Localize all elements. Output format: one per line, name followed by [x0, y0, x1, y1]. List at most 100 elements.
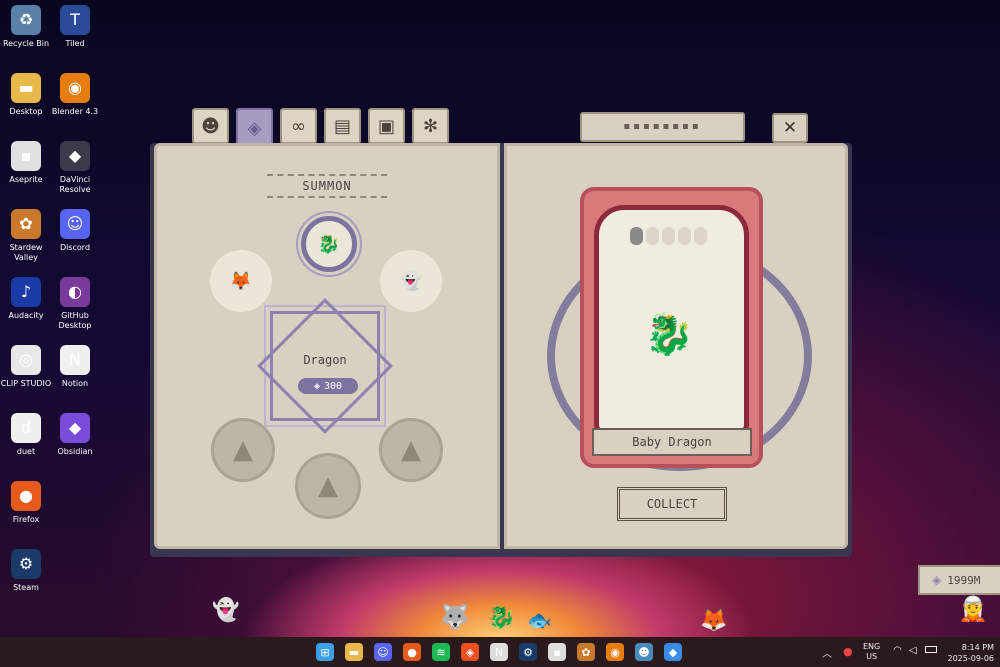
- creature-slot-dragon[interactable]: 🐉: [301, 216, 357, 272]
- summon-cost-pill[interactable]: ◈ 300: [298, 378, 358, 394]
- gem-icon: ◈: [313, 380, 320, 392]
- level-dot: [678, 227, 691, 245]
- blender-icon: ◉: [60, 73, 90, 103]
- tab-inventory[interactable]: ▣: [368, 108, 405, 144]
- locked-slot: ▲: [211, 418, 275, 482]
- desktop-icon-label: Stardew Valley: [9, 243, 43, 262]
- volume-icon[interactable]: ◁: [909, 645, 917, 656]
- tray-app-icon[interactable]: ●: [843, 645, 853, 658]
- desktop-icon-label: Obsidian: [57, 447, 93, 456]
- desktop-icon-stardew-valley[interactable]: ✿ Stardew Valley: [0, 209, 52, 263]
- steam-icon: ⚙: [11, 549, 41, 579]
- region: US: [866, 652, 878, 661]
- summon-icon: ◈: [247, 117, 262, 139]
- taskbar-steam-icon[interactable]: ⚙: [519, 643, 537, 661]
- language: ENG: [863, 642, 881, 651]
- taskbar-spotify-icon[interactable]: ≋: [432, 643, 450, 661]
- locked-slot: ▲: [295, 453, 361, 519]
- pet-sprite: 🐺: [440, 603, 470, 631]
- audacity-icon: ♪: [11, 277, 41, 307]
- player-avatar[interactable]: 🧝: [958, 595, 988, 635]
- summon-book: SUMMON 🐉 🦊 👻 Dragon ◈ 300 ▲ ▲ ▲ 🐉 Baby Dr…: [150, 143, 852, 557]
- taskbar-aseprite-icon[interactable]: ▪: [548, 643, 566, 661]
- taskbar-blender-icon[interactable]: ◉: [606, 643, 624, 661]
- right-page: 🐉 Baby Dragon COLLECT: [504, 143, 848, 549]
- desktop-icon-firefox[interactable]: ● Firefox: [0, 481, 52, 525]
- taskbar-discord-icon[interactable]: ☺: [374, 643, 392, 661]
- desktop-icon-audacity[interactable]: ♪ Audacity: [0, 277, 52, 321]
- tab-monster[interactable]: ☻: [192, 108, 229, 144]
- desktop-icon-duet[interactable]: d duet: [0, 413, 52, 457]
- date: 2025-09-06: [947, 654, 995, 663]
- creature-card: 🐉 Baby Dragon: [580, 187, 763, 468]
- level-dots: [630, 227, 707, 245]
- close-button[interactable]: ✕: [772, 113, 808, 143]
- desktop-icon-label: GitHub Desktop: [58, 311, 92, 330]
- left-page: SUMMON 🐉 🦊 👻 Dragon ◈ 300 ▲ ▲ ▲: [154, 143, 500, 549]
- selected-creature-name: Dragon: [303, 353, 347, 367]
- desktop-icon-discord[interactable]: ☺ Discord: [49, 209, 101, 253]
- summon-title: SUMMON: [302, 179, 352, 193]
- desktop-icon-tiled[interactable]: T Tiled: [49, 5, 101, 49]
- desktop-icon-label: Aseprite: [9, 175, 43, 184]
- taskbar-game-icon[interactable]: ◆: [664, 643, 682, 661]
- battery-icon[interactable]: [925, 646, 937, 653]
- desktop-icon-label: Blender 4.3: [51, 107, 99, 116]
- desktop-icon-notion[interactable]: N Notion: [49, 345, 101, 389]
- summon-title-banner: SUMMON: [267, 174, 387, 198]
- desktop-icon-steam[interactable]: ⚙ Steam: [0, 549, 52, 593]
- tab-book[interactable]: ▤: [324, 108, 361, 144]
- tiled-icon: T: [60, 5, 90, 35]
- taskbar-notion-icon[interactable]: N: [490, 643, 508, 661]
- collect-label: COLLECT: [646, 497, 698, 511]
- creature-name-ribbon: Baby Dragon: [592, 428, 752, 456]
- folder-icon: ▬: [11, 73, 41, 103]
- wifi-icon[interactable]: ◠: [893, 645, 902, 656]
- desktop-icon-label: Firefox: [12, 515, 40, 524]
- tray-chevron-icon[interactable]: ︿: [822, 645, 832, 660]
- tab-settings[interactable]: ✻: [412, 108, 449, 144]
- desktop-icon-davinci-resolve[interactable]: ◆ DaVinci Resolve: [49, 141, 101, 195]
- desktop-icon-label: Notion: [61, 379, 89, 388]
- github-icon: ◐: [60, 277, 90, 307]
- locked-slot: ▲: [379, 418, 443, 482]
- lock-rock-icon: ▲: [401, 435, 421, 465]
- desktop-icon-recycle-bin[interactable]: ♻ Recycle Bin: [0, 5, 52, 49]
- language-indicator[interactable]: ENG US: [863, 642, 880, 662]
- tab-summon[interactable]: ◈: [236, 108, 273, 148]
- taskbar-godot-icon[interactable]: ☻: [635, 643, 653, 661]
- desktop-icon-label: Discord: [59, 243, 91, 252]
- book-icon: ▤: [333, 115, 351, 137]
- taskbar-stardew-icon[interactable]: ✿: [577, 643, 595, 661]
- desktop-icon-label: DaVinci Resolve: [59, 175, 91, 194]
- creature-slot-fox[interactable]: 🦊: [210, 250, 272, 312]
- gem-icon: ◈: [932, 573, 942, 587]
- pet-sprite: 🐟: [527, 608, 552, 632]
- skills-icon: ∞: [291, 115, 306, 137]
- desktop-icon-clip-studio[interactable]: ◎ CLIP STUDIO: [0, 345, 52, 389]
- currency-amount: 1999M: [947, 573, 981, 587]
- collect-button[interactable]: COLLECT: [617, 487, 727, 521]
- desktop-icon-aseprite[interactable]: ▪ Aseprite: [0, 141, 52, 185]
- stardew-icon: ✿: [11, 209, 41, 239]
- taskbar-windows-start-icon[interactable]: ⊞: [316, 643, 334, 661]
- close-icon: ✕: [782, 118, 798, 138]
- clip-studio-icon: ◎: [11, 345, 41, 375]
- tab-skills[interactable]: ∞: [280, 108, 317, 144]
- desktop-icon-label: CLIP STUDIO: [0, 379, 52, 388]
- desktop-icon-obsidian[interactable]: ◆ Obsidian: [49, 413, 101, 457]
- taskbar-firefox-icon[interactable]: ●: [403, 643, 421, 661]
- taskbar-figma-icon[interactable]: ◈: [461, 643, 479, 661]
- desktop-icon-desktop[interactable]: ▬ Desktop: [0, 73, 52, 117]
- level-dot: [646, 227, 659, 245]
- summon-cost: 300: [323, 380, 343, 392]
- creature-slot-ghost[interactable]: 👻: [380, 250, 442, 312]
- desktop-icon-label: duet: [16, 447, 36, 456]
- desktop-icon-blender-4-3[interactable]: ◉ Blender 4.3: [49, 73, 101, 117]
- desktop-icon-github-desktop[interactable]: ◐ GitHub Desktop: [49, 277, 101, 331]
- level-dot: [630, 227, 643, 245]
- inventory-icon: ▣: [377, 115, 395, 137]
- pet-sprite: 🐉: [488, 605, 516, 630]
- taskbar-file-explorer-icon[interactable]: ▬: [345, 643, 363, 661]
- clock[interactable]: 8:14 PM 2025-09-06: [944, 642, 995, 664]
